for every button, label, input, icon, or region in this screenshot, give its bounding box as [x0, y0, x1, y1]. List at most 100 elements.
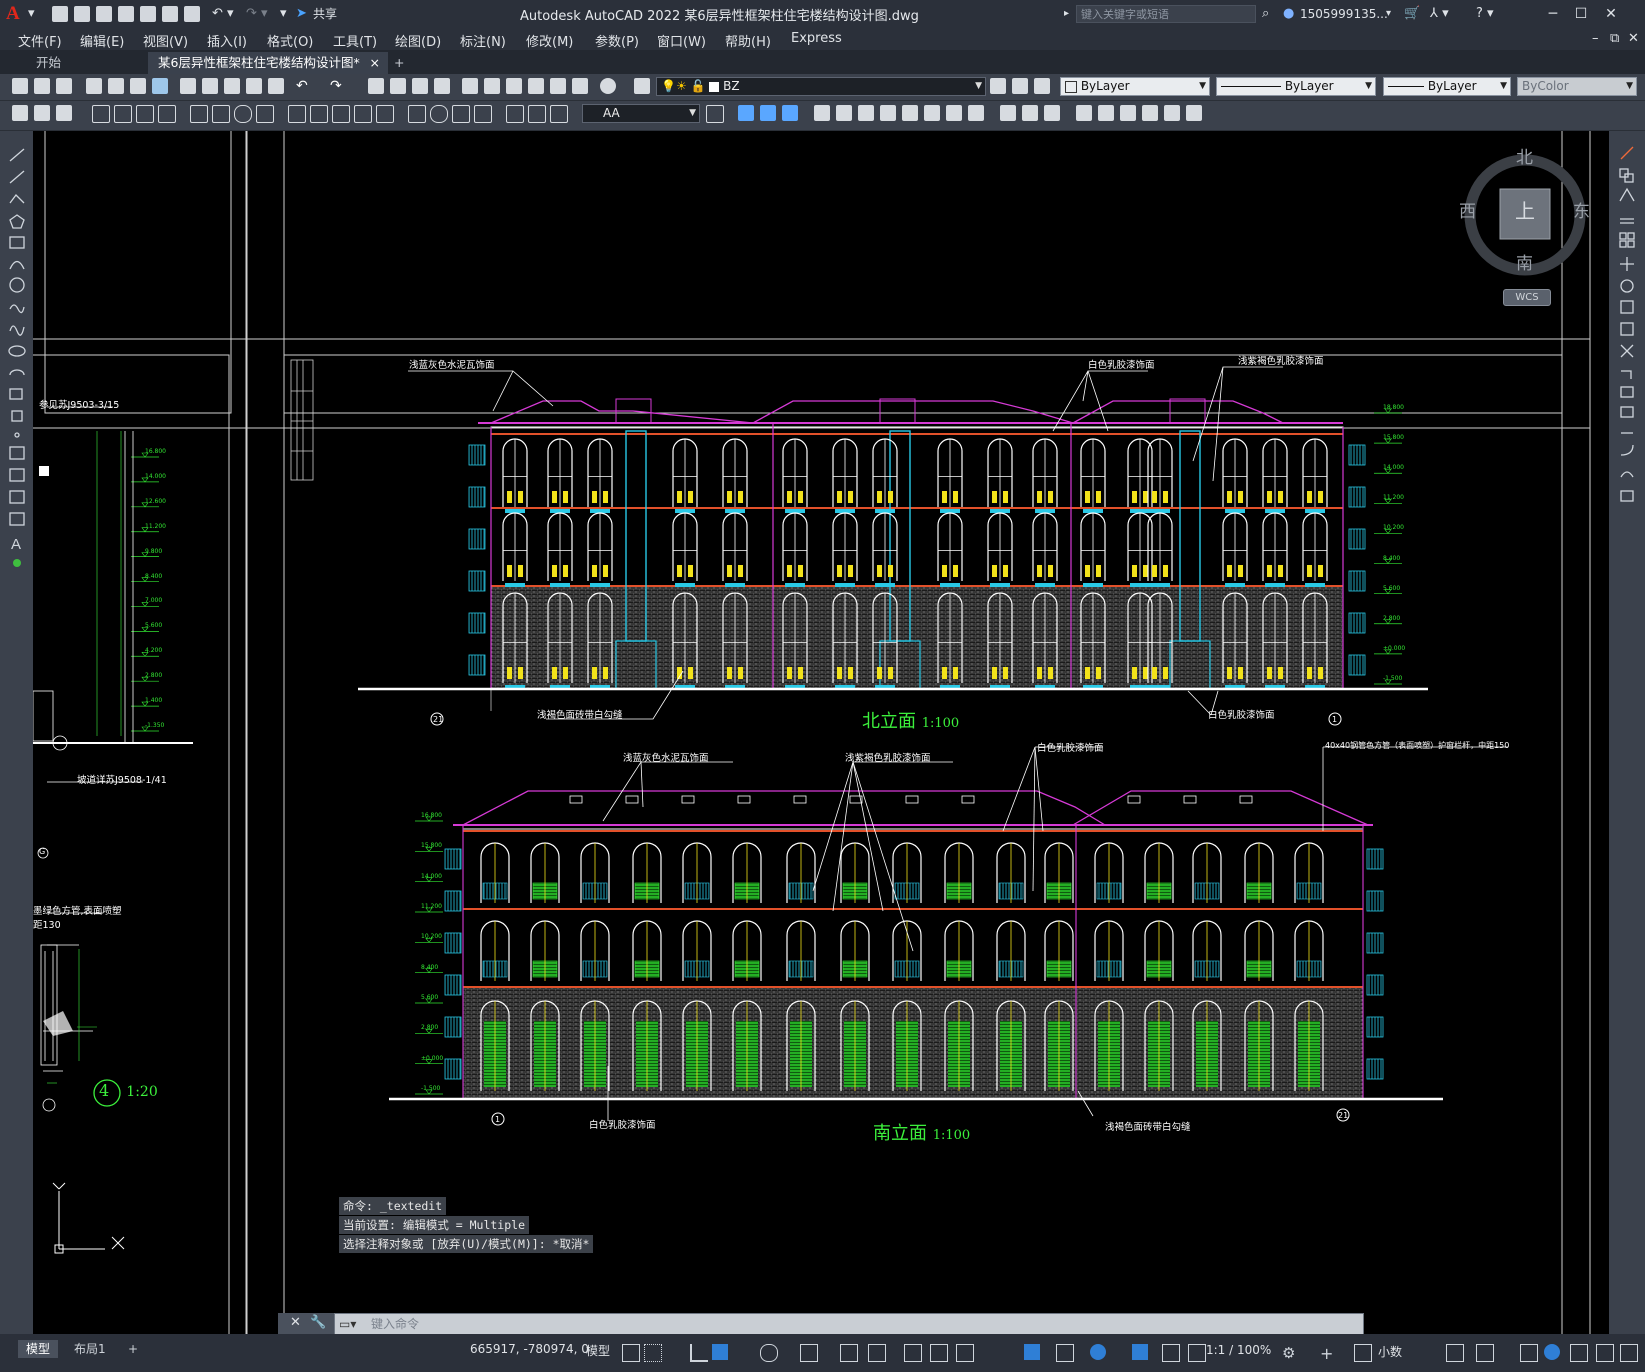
move-faces-icon[interactable]	[836, 105, 852, 121]
tab-model[interactable]: 模型	[18, 1340, 59, 1358]
settings-gear-icon[interactable]: ⚙	[1282, 1344, 1298, 1362]
make-current-icon[interactable]	[990, 78, 1006, 94]
viewcube-east[interactable]: 东	[1573, 197, 1590, 222]
redo-icon[interactable]: ↷ ▾	[246, 4, 268, 24]
design-center-icon[interactable]	[484, 78, 500, 94]
clean-screen-icon[interactable]	[1570, 1344, 1588, 1362]
open-file-icon[interactable]	[74, 6, 90, 22]
quick-properties-icon[interactable]	[1446, 1344, 1464, 1362]
model-space-button[interactable]: 模型	[586, 1342, 610, 1359]
viewcube-west[interactable]: 西	[1459, 197, 1476, 222]
markup-icon[interactable]	[550, 78, 566, 94]
dynamic-ucs-icon[interactable]	[1024, 1344, 1040, 1360]
search-icon[interactable]: ⌕	[1262, 4, 1269, 24]
properties-icon[interactable]	[462, 78, 478, 94]
coordinate-readout[interactable]: 665917, -780974, 0	[470, 1342, 589, 1356]
status-menu-icon[interactable]	[1620, 1344, 1638, 1362]
menu-view[interactable]: 视图(V)	[143, 31, 188, 50]
layer-states-icon[interactable]	[1034, 78, 1050, 94]
offset-faces-icon[interactable]	[858, 105, 874, 121]
dim-style-icon[interactable]	[706, 105, 724, 123]
autocad-logo-icon[interactable]: A	[6, 3, 20, 25]
hardware-accel-icon[interactable]	[1544, 1344, 1560, 1360]
drawing-canvas[interactable]: 北立面 1:100 南立面 1:100 4 1:20 浅蓝灰色水泥瓦饰面 白色乳…	[33, 131, 1609, 1334]
menu-insert[interactable]: 插入(I)	[207, 31, 247, 50]
paste-icon[interactable]	[224, 78, 240, 94]
lock-ui-icon[interactable]	[1476, 1344, 1494, 1362]
auto-scale-icon[interactable]	[1162, 1344, 1180, 1362]
maximize-icon[interactable]: ☐	[1570, 4, 1592, 24]
toolbar-a-icon[interactable]	[12, 105, 28, 121]
taper-faces-icon[interactable]	[924, 105, 940, 121]
inspect-icon[interactable]	[452, 105, 470, 123]
object-track-icon[interactable]	[800, 1344, 818, 1362]
solid-edit-a-icon[interactable]	[1120, 105, 1136, 121]
close-command-icon[interactable]: ✕	[290, 1315, 301, 1330]
jogged-dim-icon[interactable]	[212, 105, 230, 123]
user-menu-chevron-icon[interactable]: ▾	[1386, 4, 1391, 24]
pan-icon[interactable]	[368, 78, 384, 94]
dim-text-edit-icon[interactable]	[528, 105, 546, 123]
tab-close-icon[interactable]: ×	[370, 52, 380, 74]
customize-command-icon[interactable]: 🔧	[310, 1315, 326, 1330]
dim-space-icon[interactable]	[354, 105, 372, 123]
help-icon[interactable]: ? ▾	[1476, 4, 1494, 24]
copy-icon[interactable]	[202, 78, 218, 94]
publish-icon[interactable]	[130, 78, 146, 94]
tab-start[interactable]: 开始	[26, 52, 71, 74]
cart-icon[interactable]: 🛒	[1404, 4, 1420, 24]
3d-osnap-icon[interactable]	[956, 1344, 974, 1362]
add-layout-button[interactable]: +	[120, 1340, 146, 1358]
annotation-scale-icon[interactable]	[1188, 1344, 1206, 1362]
solid-edit-b-icon[interactable]	[1142, 105, 1158, 121]
menu-window[interactable]: 窗口(W)	[657, 31, 706, 50]
connect-icon[interactable]: ⅄ ▾	[1430, 4, 1449, 24]
lineweight-dropdown[interactable]: ByLayer ▼	[1383, 77, 1511, 96]
save-icon[interactable]	[96, 6, 112, 22]
toolbar-c-icon[interactable]	[56, 105, 72, 121]
doc-close-icon[interactable]: ✕	[1628, 31, 1639, 46]
layer-dropdown[interactable]: 💡☀ 🔓 BZ ▼	[656, 77, 986, 96]
minimize-icon[interactable]: ─	[1542, 4, 1564, 24]
linetype-dropdown[interactable]: ByLayer ▼	[1216, 77, 1376, 96]
menu-parametric[interactable]: 参数(P)	[595, 31, 639, 50]
tab-drawing[interactable]: 某6层异性框架柱住宅楼结构设计图* ×	[148, 52, 388, 74]
grid-icon[interactable]	[622, 1344, 640, 1362]
isodraft-icon[interactable]	[760, 1344, 778, 1362]
text-style-dropdown[interactable]: AA ▼	[582, 104, 700, 123]
add-icon[interactable]: +	[1320, 1344, 1336, 1363]
share-button[interactable]: 共享	[313, 4, 337, 24]
solid-edit-d-icon[interactable]	[1186, 105, 1202, 121]
menu-express[interactable]: Express	[791, 31, 842, 46]
polar-icon[interactable]	[712, 1344, 728, 1360]
solid-subtract-icon[interactable]	[760, 105, 776, 121]
baseline-dim-icon[interactable]	[310, 105, 328, 123]
plot-icon[interactable]	[86, 78, 102, 94]
layer-previous-icon[interactable]	[1012, 78, 1028, 94]
isolate-objects-icon[interactable]	[1520, 1344, 1538, 1362]
imprint-icon[interactable]	[1000, 105, 1016, 121]
dim-edit-icon[interactable]	[506, 105, 524, 123]
check-icon[interactable]	[1098, 105, 1114, 121]
doc-minimize-icon[interactable]: –	[1592, 31, 1599, 46]
viewcube-north[interactable]: 北	[1516, 143, 1533, 168]
save-icon[interactable]	[56, 78, 72, 94]
zoom-realtime-icon[interactable]	[390, 78, 406, 94]
selection-filter-icon[interactable]	[1056, 1344, 1074, 1362]
gizmo-icon[interactable]	[1090, 1344, 1106, 1360]
undo-icon[interactable]: ↶	[296, 78, 312, 94]
radius-dim-icon[interactable]	[190, 105, 208, 123]
redo-icon[interactable]: ↷	[330, 78, 346, 94]
selection-cycling-icon[interactable]	[930, 1344, 948, 1362]
save-web-icon[interactable]	[162, 6, 178, 22]
zoom-window-icon[interactable]	[412, 78, 428, 94]
continue-dim-icon[interactable]	[332, 105, 350, 123]
layer-properties-icon[interactable]	[634, 78, 650, 94]
rotate-faces-icon[interactable]	[902, 105, 918, 121]
object-snap-icon[interactable]	[840, 1344, 858, 1362]
linear-dim-icon[interactable]	[92, 105, 110, 123]
customize-qat-icon[interactable]: ▾	[280, 4, 287, 24]
dim-update-icon[interactable]	[550, 105, 568, 123]
scale-readout[interactable]: 1:1 / 100%	[1206, 1343, 1271, 1357]
units-readout[interactable]: 小数	[1378, 1343, 1402, 1360]
